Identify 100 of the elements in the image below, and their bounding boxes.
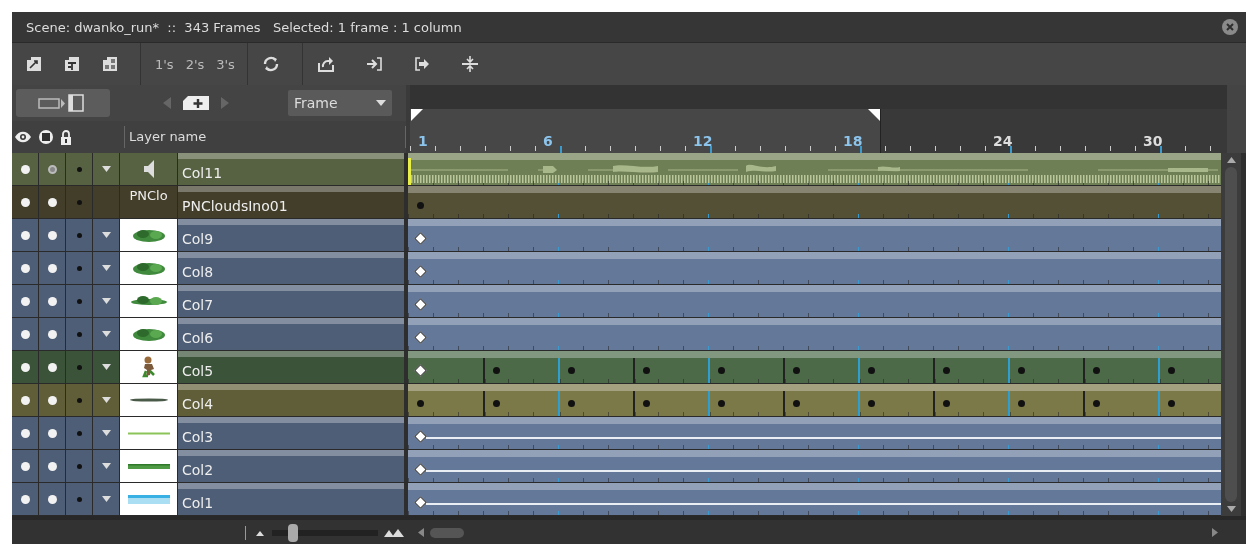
layer-track[interactable] [408,285,1221,317]
layer-track[interactable] [408,219,1221,251]
visibility-toggle[interactable] [12,186,39,218]
lock-toggle[interactable] [66,219,93,251]
outline-toggle[interactable] [39,153,66,185]
outline-toggle[interactable] [39,318,66,350]
drawing-frame-icon[interactable] [1093,367,1100,374]
drawing-frame-icon[interactable] [417,400,424,407]
layer-name[interactable]: Col11 [178,165,223,185]
scroll-left-arrow-icon[interactable] [418,528,424,537]
visibility-toggle[interactable] [12,483,39,515]
layer-name[interactable]: Col3 [178,429,214,449]
keyframe-icon[interactable] [414,463,427,476]
lock-toggle[interactable] [66,351,93,383]
visibility-toggle[interactable] [12,351,39,383]
lock-toggle[interactable] [66,153,93,185]
drawing-frame-icon[interactable] [943,367,950,374]
expand-toggle[interactable] [93,417,120,449]
visibility-toggle[interactable] [12,285,39,317]
range-end-marker-icon[interactable] [868,109,880,121]
drawing-frame-icon[interactable] [643,367,650,374]
expand-toggle[interactable] [93,318,120,350]
lock-toggle[interactable] [66,450,93,482]
scroll-up-arrow-icon[interactable] [1226,157,1236,163]
keyframe-icon[interactable] [414,265,427,278]
rotate-icon[interactable] [316,55,335,73]
drawing-frame-icon[interactable] [943,400,950,407]
scroll-right-arrow-icon[interactable] [1212,528,1218,537]
lock-toggle[interactable] [66,384,93,416]
outline-toggle[interactable] [39,252,66,284]
layer-name[interactable]: Col5 [178,363,214,383]
layer-name[interactable]: Col8 [178,264,214,284]
layer-name[interactable]: Col4 [178,396,214,416]
layer-text-icon[interactable] [64,56,80,72]
layer-track[interactable] [408,417,1221,449]
layer-track[interactable] [408,318,1221,350]
drawing-frame-icon[interactable] [493,367,500,374]
drawing-frame-icon[interactable] [868,367,875,374]
expand-toggle[interactable] [93,450,120,482]
drawing-frame-icon[interactable] [1168,367,1175,374]
outline-toggle[interactable] [39,351,66,383]
merge-icon[interactable] [460,55,479,73]
outline-toggle[interactable] [39,450,66,482]
visibility-toggle[interactable] [12,384,39,416]
outline-toggle[interactable] [39,285,66,317]
import-icon[interactable] [364,55,383,73]
layer-name[interactable]: Col9 [178,231,214,251]
drawing-frame-icon[interactable] [1093,400,1100,407]
add-keyframe-button[interactable] [182,95,210,111]
outline-toggle-icon[interactable] [38,129,54,145]
layer-track[interactable] [408,252,1221,284]
drawing-frame-icon[interactable] [793,367,800,374]
keyframe-icon[interactable] [414,298,427,311]
visibility-toggle[interactable] [12,417,39,449]
visibility-toggle[interactable] [12,219,39,251]
drawing-frame-icon[interactable] [1168,400,1175,407]
drawing-frame-icon[interactable] [568,367,575,374]
layer-track[interactable] [408,351,1221,383]
outline-toggle[interactable] [39,219,66,251]
lock-toggle[interactable] [66,417,93,449]
expand-toggle[interactable] [93,153,120,185]
expand-toggle[interactable] [93,186,120,218]
outline-toggle[interactable] [39,384,66,416]
layer-track[interactable] [408,483,1221,515]
view-mode-dropdown[interactable]: Frame [288,90,392,116]
slider-thumb[interactable] [288,523,299,542]
layer-track[interactable] [408,450,1221,482]
drawing-frame-icon[interactable] [568,400,575,407]
drawing-frame-icon[interactable] [718,400,725,407]
outline-toggle[interactable] [39,417,66,449]
expand-toggle[interactable] [93,483,120,515]
outline-toggle[interactable] [39,186,66,218]
keyframe-icon[interactable] [414,496,427,509]
visibility-toggle[interactable] [12,318,39,350]
exposure-button[interactable]: 2's [185,56,205,72]
export-icon[interactable] [412,55,431,73]
expand-toggle[interactable] [93,285,120,317]
expand-toggle[interactable] [93,384,120,416]
layer-track[interactable] [408,186,1221,218]
layer-name[interactable]: Col2 [178,462,214,482]
expand-toggle[interactable] [93,252,120,284]
layer-track[interactable] [408,384,1221,416]
lock-toggle[interactable] [66,285,93,317]
drawing-frame-icon[interactable] [793,400,800,407]
expand-toggle[interactable] [93,351,120,383]
exposure-button[interactable]: 1's [155,56,174,72]
lock-toggle[interactable] [66,186,93,218]
layout-toggle-button[interactable] [16,89,110,117]
visibility-toggle[interactable] [12,252,39,284]
drawing-frame-icon[interactable] [493,400,500,407]
visibility-toggle[interactable] [12,153,39,185]
expand-toggle[interactable] [93,219,120,251]
drawing-frame-icon[interactable] [1018,400,1025,407]
drawing-frame-icon[interactable] [868,400,875,407]
drawing-frame-icon[interactable] [643,400,650,407]
vertical-scrollbar[interactable] [1221,153,1241,516]
drawing-frame-icon[interactable] [718,367,725,374]
horizontal-scroll-thumb[interactable] [430,527,464,538]
layer-grid-icon[interactable] [102,56,118,72]
scroll-down-arrow-icon[interactable] [1226,506,1236,512]
